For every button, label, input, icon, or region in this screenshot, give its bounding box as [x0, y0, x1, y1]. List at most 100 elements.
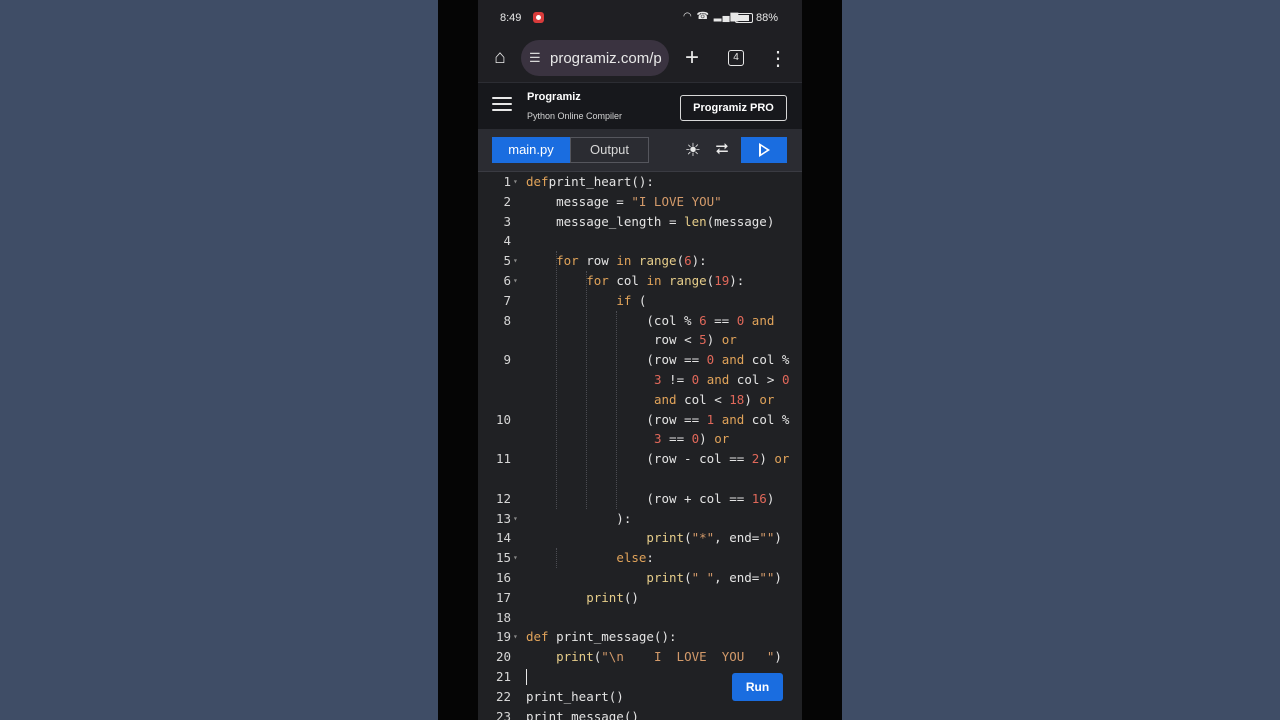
code-line[interactable]: 17 print() — [478, 588, 802, 608]
wifi-icon: ◠ — [683, 11, 693, 22]
code-line[interactable]: 5 ▾ for row in range(6): — [478, 251, 802, 271]
fold-chevron-icon[interactable]: ▾ — [513, 271, 518, 291]
code-line[interactable]: 19 ▾ def print_message(): — [478, 627, 802, 647]
code-token: in — [616, 253, 632, 269]
line-number: 1 — [503, 174, 511, 189]
code-token: ) — [774, 649, 782, 665]
code-text: print() — [526, 588, 639, 608]
code-line[interactable]: 6 ▾ for col in range(19): — [478, 271, 802, 291]
tab-output[interactable]: Output — [570, 137, 649, 163]
code-token: print — [586, 589, 624, 605]
code-text: (row - col == 2) or — [526, 449, 789, 469]
code-text: 3 != 0 and col > 0 — [654, 370, 790, 390]
site-settings-icon[interactable]: ☰ — [529, 50, 541, 66]
code-token: or — [759, 391, 775, 407]
line-number: 10 — [495, 411, 511, 427]
code-line[interactable] — [478, 469, 802, 489]
screen-record-icon — [533, 12, 544, 23]
code-token: == — [661, 431, 692, 447]
address-bar[interactable]: ☰ programiz.com/p — [521, 40, 669, 76]
code-token: ) — [774, 570, 782, 585]
fold-chevron-icon[interactable]: ▾ — [513, 509, 518, 529]
code-token: 18 — [729, 391, 745, 407]
code-line[interactable]: 4 — [478, 231, 802, 251]
code-line[interactable]: 2 message = "I LOVE YOU" — [478, 192, 802, 212]
code-line[interactable]: 1 ▾ defprint_heart(): — [478, 172, 802, 192]
line-number: 5 — [503, 253, 511, 269]
code-token: "\n I LOVE YOU " — [601, 649, 775, 665]
fold-chevron-icon[interactable]: ▾ — [513, 548, 518, 568]
code-text: 3 == 0) or — [654, 429, 729, 449]
code-token: print_message(): — [548, 629, 677, 645]
code-text: print_heart() — [526, 687, 624, 707]
home-icon[interactable]: ⌂ — [488, 46, 512, 70]
code-text: for col in range(19): — [526, 271, 744, 291]
code-token: , end= — [714, 530, 760, 546]
line-number: 16 — [495, 570, 511, 585]
code-token: col % — [744, 411, 790, 427]
line-number: 3 — [503, 213, 511, 229]
code-token: (col % — [526, 312, 700, 328]
code-token: if — [616, 292, 632, 308]
code-token: "I LOVE YOU" — [631, 193, 722, 209]
code-line[interactable]: 16 print(" ", end="") — [478, 568, 802, 588]
code-token: and — [721, 352, 745, 368]
code-line[interactable]: 11 (row - col == 2) or — [478, 449, 802, 469]
text-cursor — [526, 669, 527, 685]
code-line[interactable]: 3 == 0) or — [478, 429, 802, 449]
code-line[interactable]: 15 ▾ else: — [478, 548, 802, 568]
fold-chevron-icon[interactable]: ▾ — [513, 172, 518, 192]
code-text: if ( — [526, 291, 646, 311]
code-line[interactable]: 13 ▾ ): — [478, 509, 802, 529]
code-token: or — [774, 451, 790, 467]
line-number: 17 — [495, 589, 511, 605]
code-line[interactable]: 12 (row + col == 16) — [478, 489, 802, 509]
code-token: else — [616, 550, 647, 566]
code-line[interactable]: 8 (col % 6 == 0 and — [478, 311, 802, 331]
code-token: print_heart(): — [548, 174, 654, 189]
code-line[interactable]: 18 — [478, 608, 802, 628]
programiz-logo[interactable]: Programiz — [527, 91, 581, 103]
code-text: def print_message(): — [526, 627, 677, 647]
theme-toggle-icon[interactable]: ☀ — [682, 139, 704, 161]
code-token: in — [646, 273, 662, 288]
run-play-button[interactable] — [741, 137, 787, 163]
phone-frame: 8:49 ◠ ☎ ▂▄▆ 88% ⌂ ☰ programiz.com/p + 4… — [438, 0, 842, 720]
code-editor[interactable]: 1 ▾ defprint_heart(): 2 message = "I LOVE Y… — [478, 172, 802, 720]
code-line[interactable]: 3 != 0 and col > 0 — [478, 370, 802, 390]
code-token: message_length = — [526, 213, 685, 229]
code-line[interactable]: 7 if ( — [478, 291, 802, 311]
tab-switcher-button[interactable]: 4 — [728, 50, 744, 66]
code-line[interactable]: 14 print("*", end="") — [478, 528, 802, 548]
code-token: != — [661, 372, 692, 387]
code-line[interactable]: 23 print_message() — [478, 707, 802, 720]
code-token: "" — [759, 570, 775, 585]
code-line[interactable]: row < 5) or — [478, 330, 802, 350]
code-line[interactable]: 20 print("\n I LOVE YOU ") — [478, 647, 802, 667]
code-token: 5 — [699, 332, 707, 348]
tab-main-py[interactable]: main.py — [492, 137, 570, 163]
code-token: ): — [691, 253, 707, 269]
programiz-pro-button[interactable]: Programiz PRO — [680, 95, 787, 121]
line-number: 7 — [503, 292, 511, 308]
line-number: 11 — [495, 451, 511, 467]
fold-chevron-icon[interactable]: ▾ — [513, 627, 518, 647]
code-line[interactable]: and col < 18) or — [478, 390, 802, 410]
share-icon[interactable]: ⮂ — [711, 139, 733, 161]
code-text: else: — [526, 548, 654, 568]
line-number: 4 — [503, 233, 511, 249]
run-button[interactable]: Run — [732, 673, 783, 701]
more-menu-icon[interactable]: ⋮ — [768, 44, 788, 74]
code-line[interactable]: 10 (row == 1 and col % — [478, 410, 802, 430]
code-token: ( — [684, 530, 692, 546]
fold-chevron-icon[interactable]: ▾ — [513, 251, 518, 271]
new-tab-icon[interactable]: + — [678, 42, 706, 74]
code-line[interactable]: 9 (row == 0 and col % — [478, 350, 802, 370]
hamburger-menu-icon[interactable] — [492, 97, 512, 113]
code-line[interactable]: 3 message_length = len(message) — [478, 212, 802, 232]
code-token: ): — [729, 273, 745, 288]
